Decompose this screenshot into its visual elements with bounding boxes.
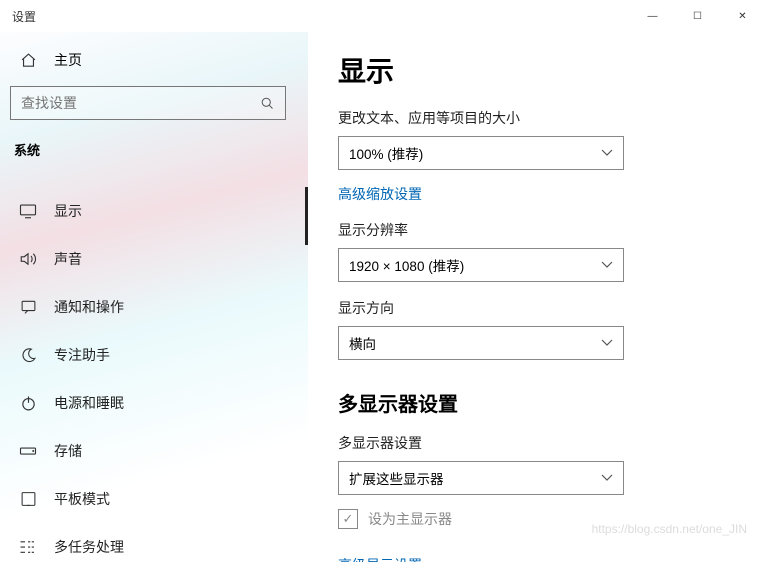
close-icon: ✕ (738, 11, 746, 22)
sidebar-item-label: 声音 (54, 249, 82, 269)
nav-list: 显示 声音 通知和操作 专注助手 电源和睡眠 存储 (8, 187, 308, 571)
storage-icon (16, 445, 40, 457)
resolution-dropdown[interactable]: 1920 × 1080 (推荐) (338, 248, 624, 282)
resolution-value: 1920 × 1080 (推荐) (349, 255, 464, 275)
sidebar-item-label: 多任务处理 (54, 537, 124, 557)
sidebar-item-display[interactable]: 显示 (8, 187, 308, 235)
chevron-down-icon (601, 339, 613, 347)
focus-icon (16, 347, 40, 364)
sidebar-item-label: 显示 (54, 201, 82, 221)
primary-display-label: 设为主显示器 (368, 509, 452, 529)
home-button[interactable]: 主页 (8, 40, 308, 80)
sidebar-item-sound[interactable]: 声音 (8, 235, 308, 283)
chevron-down-icon (601, 474, 613, 482)
sidebar: 主页 系统 显示 声音 通知和操作 (0, 32, 308, 562)
sound-icon (16, 251, 40, 267)
sidebar-item-label: 通知和操作 (54, 297, 124, 317)
watermark: https://blog.csdn.net/one_JIN (592, 522, 747, 536)
sidebar-item-multitask[interactable]: 多任务处理 (8, 523, 308, 571)
home-label: 主页 (54, 50, 82, 70)
multimonitor-label: 多显示器设置 (338, 433, 735, 453)
minimize-icon: — (648, 11, 658, 22)
multitask-icon (16, 539, 40, 555)
notification-icon (16, 299, 40, 315)
window-controls: — ☐ ✕ (630, 0, 765, 32)
content-area: 显示 更改文本、应用等项目的大小 100% (推荐) 高级缩放设置 显示分辨率 … (308, 32, 765, 562)
multimonitor-dropdown[interactable]: 扩展这些显示器 (338, 461, 624, 495)
orientation-label: 显示方向 (338, 298, 735, 318)
sidebar-item-notifications[interactable]: 通知和操作 (8, 283, 308, 331)
scale-value: 100% (推荐) (349, 143, 423, 163)
sidebar-item-label: 平板模式 (54, 489, 110, 509)
sidebar-item-label: 存储 (54, 441, 82, 461)
advanced-scaling-link[interactable]: 高级缩放设置 (338, 184, 422, 204)
advanced-display-link[interactable]: 高级显示设置 (338, 555, 422, 562)
checkbox-icon: ✓ (338, 509, 358, 529)
orientation-dropdown[interactable]: 横向 (338, 326, 624, 360)
sidebar-item-tablet[interactable]: 平板模式 (8, 475, 308, 523)
search-icon (260, 96, 275, 111)
search-input[interactable] (21, 95, 260, 111)
scale-label: 更改文本、应用等项目的大小 (338, 108, 735, 128)
resolution-label: 显示分辨率 (338, 220, 735, 240)
minimize-button[interactable]: — (630, 0, 675, 32)
maximize-button[interactable]: ☐ (675, 0, 720, 32)
sidebar-item-focus[interactable]: 专注助手 (8, 331, 308, 379)
page-title: 显示 (338, 50, 735, 90)
search-box[interactable] (10, 86, 286, 120)
sidebar-item-power[interactable]: 电源和睡眠 (8, 379, 308, 427)
chevron-down-icon (601, 261, 613, 269)
tablet-icon (16, 491, 40, 507)
home-icon (16, 52, 40, 69)
app-title: 设置 (12, 8, 36, 25)
power-icon (16, 395, 40, 412)
multimonitor-header: 多显示器设置 (338, 388, 735, 417)
display-icon (16, 203, 40, 219)
category-header: 系统 (8, 134, 308, 173)
orientation-value: 横向 (349, 333, 376, 353)
multimonitor-value: 扩展这些显示器 (349, 468, 444, 488)
sidebar-item-storage[interactable]: 存储 (8, 427, 308, 475)
close-button[interactable]: ✕ (720, 0, 765, 32)
scale-dropdown[interactable]: 100% (推荐) (338, 136, 624, 170)
maximize-icon: ☐ (693, 11, 702, 22)
sidebar-item-label: 专注助手 (54, 345, 110, 365)
titlebar: 设置 — ☐ ✕ (0, 0, 765, 32)
sidebar-item-label: 电源和睡眠 (54, 393, 124, 413)
chevron-down-icon (601, 149, 613, 157)
